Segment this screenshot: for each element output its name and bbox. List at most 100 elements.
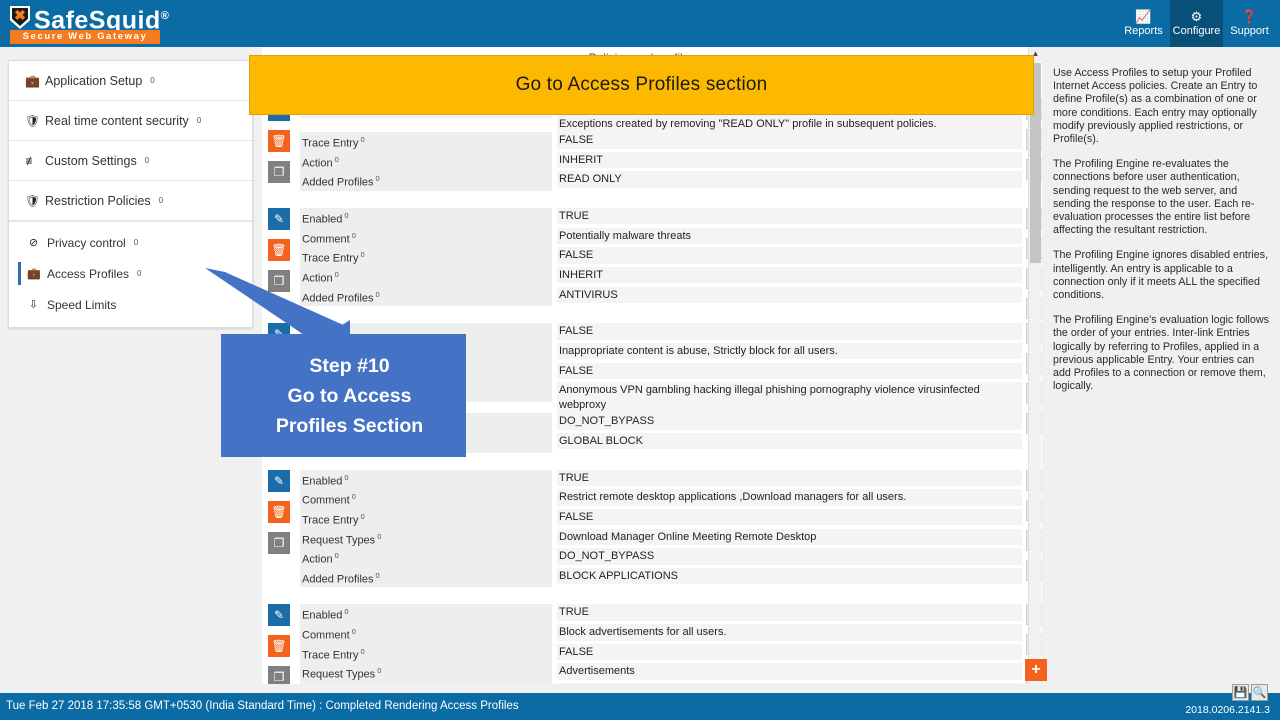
field-label: Added Profiles0 xyxy=(300,567,552,588)
field-label-text: Enabled xyxy=(302,475,343,488)
field-help-badge[interactable]: 0 xyxy=(360,250,364,259)
entry-field-row: Trace Entry0 FALSE xyxy=(300,643,1022,664)
sidebar-item-application-setup[interactable]: 💼 Application Setup 0 xyxy=(9,61,252,101)
edit-icon[interactable]: ✎ xyxy=(268,469,290,492)
help-badge[interactable]: 0 xyxy=(145,156,149,165)
policy-entry: ✎ 🗑 ❐ Enabled 0 TRUE Comment 0 Potentially malwa… xyxy=(262,207,1042,319)
entry-action-icons: ✎ 🗑 ❐ xyxy=(268,469,294,563)
sidebar-item-label: Restriction Policies xyxy=(45,193,151,208)
nav-reports-label: Reports xyxy=(1124,25,1163,37)
field-help-badge[interactable]: 0 xyxy=(360,647,364,656)
nav-support-label: Support xyxy=(1230,25,1269,37)
entry-field-row: Enabled 0 TRUE xyxy=(300,469,1022,490)
search-icon[interactable]: 🔍 xyxy=(1251,684,1268,701)
sidebar-item-label: Application Setup xyxy=(45,73,143,88)
field-value[interactable]: Block advertisements for all users. xyxy=(557,624,1022,641)
field-help-badge[interactable]: 0 xyxy=(377,532,381,541)
field-label xyxy=(300,115,552,118)
edit-icon[interactable]: ✎ xyxy=(268,604,290,627)
field-help-badge[interactable]: 0 xyxy=(344,473,348,482)
field-label: Action0 xyxy=(300,683,552,684)
delete-icon[interactable]: 🗑 xyxy=(268,500,290,523)
callout-line-2: Go to Access xyxy=(287,384,412,407)
field-help-badge[interactable]: 0 xyxy=(352,627,356,636)
field-label: Enabled0 xyxy=(300,604,552,625)
field-label-text: Request Types xyxy=(302,669,376,682)
content-scrollbar[interactable]: ▲ xyxy=(1028,47,1042,684)
field-help-badge[interactable]: 0 xyxy=(335,155,339,164)
copy-icon[interactable]: ❐ xyxy=(268,666,290,684)
entry-field-row: Trace Entry0 FALSE xyxy=(300,132,1022,152)
entry-field-row: Request Types 0 Advertisements xyxy=(300,663,1022,684)
help-badge[interactable]: 0 xyxy=(159,196,163,205)
help-badge[interactable]: 0 xyxy=(150,76,154,85)
nav-configure[interactable]: ⚙ Configure xyxy=(1170,0,1223,47)
field-label: Comment0 xyxy=(300,489,552,509)
entry-field-row: Request Types 0 Download Manager Online Me… xyxy=(300,528,1022,549)
field-value[interactable]: TRUE xyxy=(557,604,1022,621)
help-paragraph: The Profiling Engine's evaluation logic … xyxy=(1053,314,1269,393)
field-value[interactable]: DO_NOT_BYPASS xyxy=(557,548,1022,565)
sidebar-item-real-time-content-security[interactable]: 🛡 Real time content security 0 xyxy=(9,101,252,141)
field-help-badge[interactable]: 0 xyxy=(352,231,356,240)
field-help-badge[interactable]: 0 xyxy=(376,174,380,183)
field-help-badge[interactable]: 0 xyxy=(335,551,339,560)
field-help-badge[interactable]: 0 xyxy=(352,492,356,501)
field-value[interactable]: FALSE xyxy=(557,362,1022,380)
field-value[interactable]: Advertisements xyxy=(557,663,1022,680)
edit-icon[interactable]: ✎ xyxy=(268,207,290,230)
add-entry-button[interactable]: + xyxy=(1025,659,1047,681)
nav-reports[interactable]: 📈 Reports xyxy=(1117,0,1170,47)
field-value[interactable]: TRUE xyxy=(557,207,1022,225)
field-value[interactable]: READ ONLY xyxy=(557,171,1022,188)
help-badge[interactable]: 0 xyxy=(137,269,141,278)
field-value[interactable]: DO_NOT_BYPASS xyxy=(557,683,1022,684)
delete-icon[interactable]: 🗑 xyxy=(268,238,290,261)
field-value[interactable]: Anonymous VPN gambling hacking illegal p… xyxy=(557,382,1022,414)
field-value[interactable]: FALSE xyxy=(557,643,1022,661)
field-value[interactable]: FALSE xyxy=(557,132,1022,149)
field-value[interactable]: Inappropriate content is abuse, Strictly… xyxy=(557,342,1022,360)
field-value[interactable]: Exceptions created by removing "READ ONL… xyxy=(557,115,1022,132)
delete-icon[interactable]: 🗑 xyxy=(268,130,290,152)
field-help-badge[interactable]: 0 xyxy=(376,290,380,299)
field-value[interactable]: FALSE xyxy=(557,323,1022,340)
field-label-text: Comment xyxy=(302,494,350,507)
sidebar-item-custom-settings[interactable]: ≢ Custom Settings 0 xyxy=(9,141,252,181)
field-value[interactable]: BLOCK APPLICATIONS xyxy=(557,567,1022,585)
field-help-badge[interactable]: 0 xyxy=(377,666,381,675)
field-label: Trace Entry0 xyxy=(300,508,552,529)
copy-icon[interactable]: ❐ xyxy=(268,161,290,183)
field-value[interactable]: ANTIVIRUS xyxy=(557,286,1022,304)
sidebar-item-restriction-policies[interactable]: 🛡 Restriction Policies 0 xyxy=(9,181,252,221)
entry-field-row: Action 0 INHERIT xyxy=(300,151,1022,172)
field-help-badge[interactable]: 0 xyxy=(376,571,380,580)
brand-logo[interactable]: ✖ SafeSquid® Secure Web Gateway xyxy=(8,2,169,46)
copy-icon[interactable]: ❐ xyxy=(268,531,290,554)
save-icon[interactable]: 💾 xyxy=(1232,684,1249,701)
field-help-badge[interactable]: 0 xyxy=(360,135,364,144)
field-value[interactable]: FALSE xyxy=(557,508,1022,526)
field-help-badge[interactable]: 0 xyxy=(344,211,348,220)
field-value[interactable]: INHERIT xyxy=(557,151,1022,169)
field-value[interactable]: DO_NOT_BYPASS xyxy=(557,413,1022,430)
nav-support[interactable]: ❓ Support xyxy=(1223,0,1276,47)
sidebar-item-privacy-control[interactable]: ⊘ Privacy control 0 xyxy=(9,227,252,258)
field-value[interactable]: INHERIT xyxy=(557,266,1022,284)
help-paragraph: The Profiling Engine re-evaluates the co… xyxy=(1053,158,1255,237)
field-help-badge[interactable]: 0 xyxy=(344,607,348,616)
help-badge[interactable]: 0 xyxy=(134,238,138,247)
field-value[interactable]: Download Manager Online Meeting Remote D… xyxy=(557,528,1022,545)
sidebar-item-label: Speed Limits xyxy=(47,297,117,312)
field-value[interactable]: Restrict remote desktop applications ,Do… xyxy=(557,489,1022,506)
step-callout: Step #10 Go to Access Profiles Section xyxy=(221,334,466,457)
field-help-badge[interactable]: 0 xyxy=(360,512,364,521)
help-badge[interactable]: 0 xyxy=(197,116,201,125)
entry-field-row: Enabled 0 TRUE xyxy=(300,207,1022,228)
field-value[interactable]: TRUE xyxy=(557,469,1022,487)
delete-icon[interactable]: 🗑 xyxy=(268,635,290,658)
field-value[interactable]: FALSE xyxy=(557,247,1022,264)
main-navigation: 📈 Reports ⚙ Configure ❓ Support xyxy=(1117,0,1276,47)
field-value[interactable]: GLOBAL BLOCK xyxy=(557,432,1022,450)
field-value[interactable]: Potentially malware threats xyxy=(557,227,1022,245)
